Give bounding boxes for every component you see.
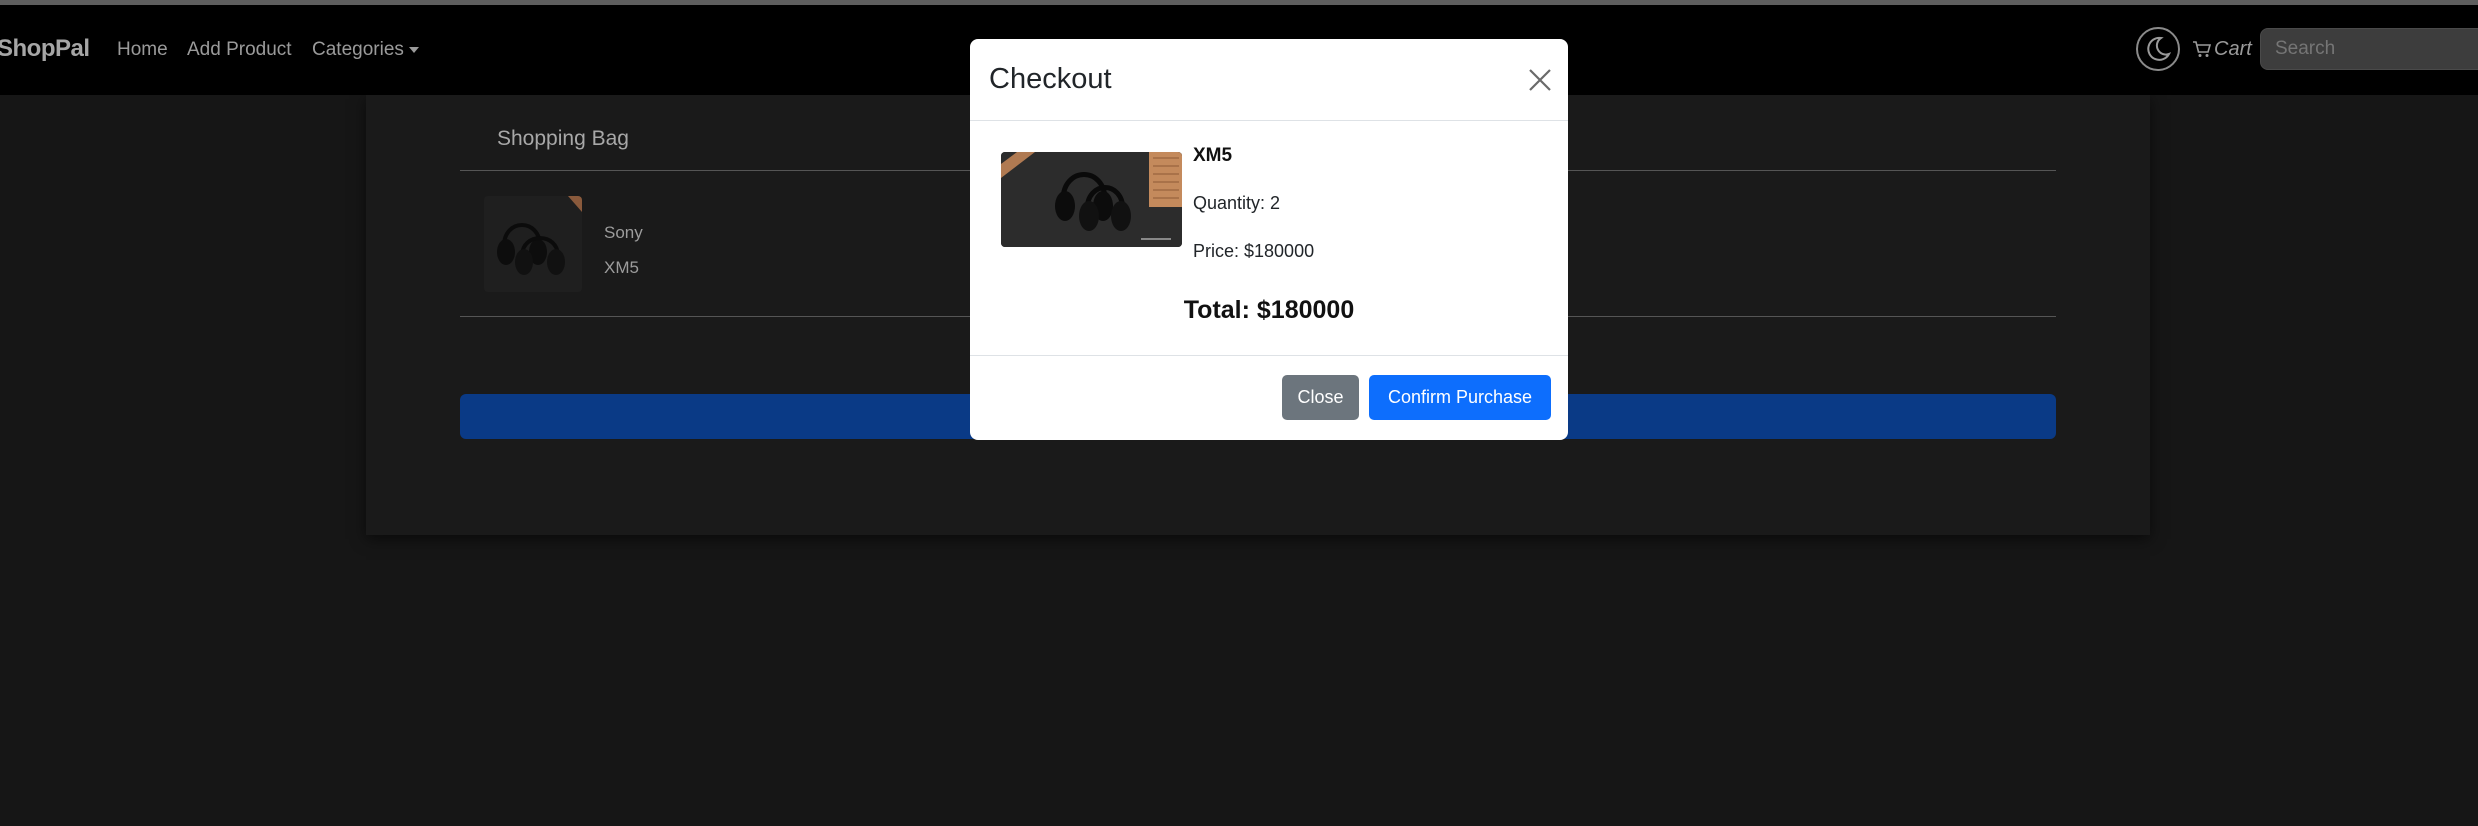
shopping-bag-title: Shopping Bag xyxy=(497,127,629,150)
cart-icon xyxy=(2193,41,2212,57)
close-button[interactable]: Close xyxy=(1282,375,1359,420)
product-name: XM5 xyxy=(1193,145,1233,166)
order-total: Total: $180000 xyxy=(1183,296,1355,324)
product-image xyxy=(1001,152,1182,247)
nav-add-product-link[interactable]: Add Product xyxy=(187,39,292,61)
caret-down-icon xyxy=(408,46,419,53)
close-icon[interactable] xyxy=(1527,67,1553,93)
bag-item-model: XM5 xyxy=(604,258,639,277)
modal-title: Checkout xyxy=(989,63,1112,95)
modal-footer-divider xyxy=(970,355,1568,356)
nav-home-link[interactable]: Home xyxy=(117,39,168,61)
bag-item-brand: Sony xyxy=(604,223,643,242)
product-price: Price: $180000 xyxy=(1193,241,1315,261)
search-input[interactable] xyxy=(2260,28,2478,70)
cart-label: Cart xyxy=(2214,38,2252,60)
moon-icon xyxy=(2147,36,2172,61)
confirm-purchase-button[interactable]: Confirm Purchase xyxy=(1369,375,1551,420)
cart-link[interactable]: Cart xyxy=(2192,38,2252,61)
bag-item-image xyxy=(484,196,582,292)
categories-label: Categories xyxy=(312,39,404,60)
theme-toggle-button[interactable] xyxy=(2136,27,2180,71)
nav-categories-dropdown[interactable]: Categories xyxy=(312,39,419,61)
checkout-modal: Checkout XM5 Quantity: 2 Price: $180000 … xyxy=(970,39,1568,440)
brand-logo[interactable]: ShopPal xyxy=(0,35,90,63)
modal-header-divider xyxy=(970,120,1568,121)
product-quantity: Quantity: 2 xyxy=(1193,193,1281,213)
